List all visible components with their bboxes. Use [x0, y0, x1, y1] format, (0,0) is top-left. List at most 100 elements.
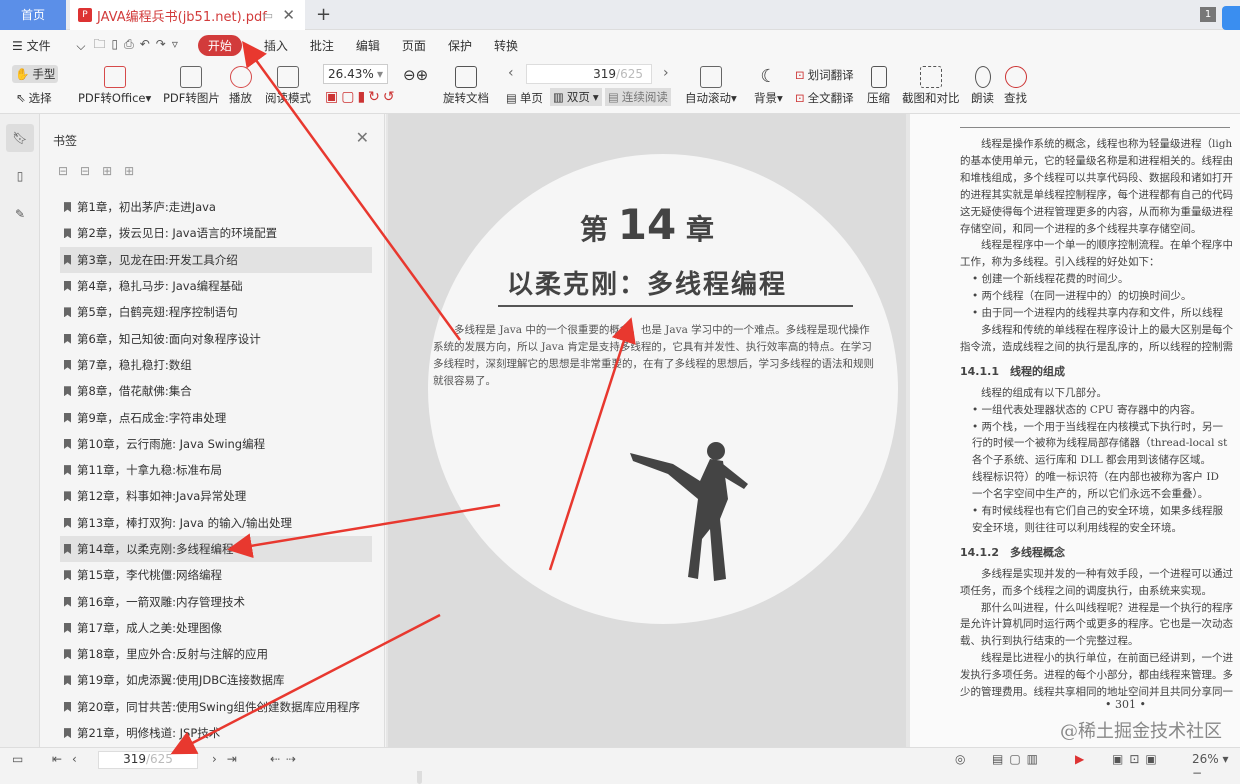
bookmark-item[interactable]: 第15章，李代桃僵:网络编程: [60, 562, 372, 588]
close-icon[interactable]: ✕: [356, 128, 369, 147]
bookmark-item[interactable]: 第11章，十拿九稳:标准布局: [60, 457, 372, 483]
bookmark-item[interactable]: 第5章，白鹤亮翅:程序控制语句: [60, 299, 372, 325]
bookmark-item[interactable]: 第10章，云行雨施: Java Swing编程: [60, 431, 372, 457]
bookmark-item[interactable]: 第18章，里应外合:反射与注解的应用: [60, 641, 372, 667]
bookmark-label: 第6章，知己知彼:面向对象程序设计: [77, 331, 261, 346]
close-tab-icon[interactable]: ✕: [282, 6, 295, 24]
text-line: • 创建一个新线程花费的时间少。: [972, 273, 1129, 286]
select-tool-button[interactable]: ⇖ 选择: [16, 90, 52, 106]
bookmark-item[interactable]: 第7章，稳扎稳打:数组: [60, 352, 372, 378]
chapter-num: 14: [617, 200, 677, 249]
page-number-input[interactable]: 319/625: [526, 64, 652, 84]
new-tab-button[interactable]: +: [316, 4, 331, 25]
text-line: • 由于同一个进程内的线程共享内存和文件，所以线程: [972, 307, 1224, 320]
bookmark-panel-icon[interactable]: 🔖︎: [6, 124, 34, 152]
status-zoom[interactable]: 26% ▾ −: [1192, 752, 1240, 780]
continuous-read-button[interactable]: ▤ 连续阅读: [605, 88, 671, 106]
bookmark-item[interactable]: 第6章，知己知彼:面向对象程序设计: [60, 325, 372, 351]
view-fit-buttons[interactable]: ▣▢▮↻↺: [325, 89, 398, 105]
bookmark-icon: [64, 517, 71, 528]
compress-button[interactable]: 压缩: [867, 66, 890, 106]
double-page-button[interactable]: ▥ 双页 ▾: [550, 88, 602, 106]
text-line: 线程是操作系统的概念，线程也称为轻量级进程（ligh: [981, 138, 1233, 150]
bookmark-item[interactable]: 第2章，拨云见日: Java语言的环境配置: [60, 220, 372, 246]
bookmark-item[interactable]: 第3章，见龙在田:开发工具介绍: [60, 246, 372, 273]
history-nav-buttons[interactable]: ⇠⇢: [270, 752, 302, 766]
word-translate-button[interactable]: ⊡ 划词翻译: [795, 67, 854, 83]
find-button[interactable]: 查找: [1004, 66, 1027, 106]
next-page-button[interactable]: ›: [663, 65, 669, 81]
bookmark-label: 第15章，李代桃僵:网络编程: [77, 568, 223, 583]
auto-scroll-button[interactable]: 自动滚动▾: [685, 66, 737, 106]
signature-panel-icon[interactable]: ✎: [6, 200, 34, 228]
bookmark-item[interactable]: 第19章，如虎添翼:使用JDBC连接数据库: [60, 667, 372, 693]
share-icon[interactable]: [1222, 6, 1240, 30]
read-mode-button[interactable]: 阅读模式: [265, 66, 311, 106]
hand-tool-button[interactable]: ✋ 手型: [12, 65, 59, 83]
menu-protect[interactable]: 保护: [448, 37, 472, 54]
page-layout-buttons[interactable]: ▤▢▥: [992, 752, 1044, 766]
play-button[interactable]: 播放: [229, 66, 252, 106]
rotate-doc-button[interactable]: 旋转文档: [443, 66, 489, 106]
thumbnail-panel-icon[interactable]: ▯: [6, 162, 34, 190]
label: 单页: [519, 91, 543, 105]
fit-buttons[interactable]: ▣⊡▣: [1112, 752, 1163, 766]
bookmark-item[interactable]: 第1章，初出茅庐:走进Java: [60, 194, 372, 220]
auto-scroll-icon: [699, 66, 722, 88]
screenshot-compare-button[interactable]: 截图和对比: [902, 66, 960, 106]
text-line: 的基本使用单元，它的轻量级名称是和进程相关的。线程由: [960, 154, 1233, 167]
bookmark-item[interactable]: 第4章，稳扎马步: Java编程基础: [60, 273, 372, 299]
menu-start[interactable]: 开始: [197, 35, 242, 56]
background-button[interactable]: ☾ 背景▾: [754, 66, 783, 106]
quick-access-icons[interactable]: 🗀▯⎙↶↷▿: [94, 35, 184, 56]
read-aloud-button[interactable]: 朗读: [971, 66, 994, 106]
status-page-input[interactable]: 319/625: [98, 751, 198, 769]
bookmark-tools[interactable]: ⊟⊟⊞⊞: [58, 164, 146, 178]
menu-edit[interactable]: 编辑: [356, 37, 380, 54]
label: 旋转文档: [443, 91, 489, 105]
bookmark-item[interactable]: 第20章，同甘共苦:使用Swing组件创建数据库应用程序: [60, 694, 372, 720]
sidebar-toggle-icon[interactable]: ▭: [12, 752, 23, 766]
bookmark-item[interactable]: 第17章，成人之美:处理图像: [60, 615, 372, 641]
pdf-to-image-button[interactable]: PDF转图片: [163, 66, 220, 106]
bookmark-item[interactable]: 第9章，点石成金:字符串处理: [60, 404, 372, 430]
full-translate-button[interactable]: ⊡ 全文翻译: [795, 90, 854, 106]
first-prev-page-buttons[interactable]: ⇤‹: [52, 752, 87, 766]
bookmark-item[interactable]: 第12章，料事如神:Java异常处理: [60, 483, 372, 509]
menu-bar: ☰ 文件 ⌵ 🗀▯⎙↶↷▿ 开始 插入 批注 编辑 页面 保护 转换: [0, 30, 1240, 61]
text-line: 线程标识符）的唯一标识符（在内部也被称为客户 ID: [972, 471, 1219, 484]
bookmark-item[interactable]: 第16章，一箭双雕:内存管理技术: [60, 588, 372, 614]
bookmark-item[interactable]: 第21章，明修栈道: JSP技术: [60, 720, 372, 746]
menu-page[interactable]: 页面: [402, 37, 426, 54]
file-menu[interactable]: ☰ 文件 ⌵: [12, 37, 86, 54]
notification-badge[interactable]: 1: [1200, 7, 1216, 22]
zoom-select[interactable]: 26.43% ▾: [323, 64, 388, 84]
zoom-buttons[interactable]: ⊖⊕: [403, 66, 428, 84]
prev-page-button[interactable]: ‹: [508, 65, 514, 81]
text-line: 行的时候一个被称为线程局部存储器（thread-local st: [972, 437, 1228, 450]
play-icon[interactable]: ▶: [1075, 752, 1084, 766]
menu-insert[interactable]: 插入: [264, 37, 288, 54]
bookmark-label: 第16章，一箭双雕:内存管理技术: [77, 594, 246, 609]
eye-protect-icon[interactable]: ◎: [955, 752, 965, 766]
menu-convert[interactable]: 转换: [494, 37, 518, 54]
tab-document[interactable]: P JAVA编程兵书(jb51.net).pdf ▭ ✕: [70, 0, 305, 30]
menu-annotate[interactable]: 批注: [310, 37, 334, 54]
bookmark-label: 第4章，稳扎马步: Java编程基础: [77, 279, 243, 294]
pin-icon[interactable]: ▭: [263, 9, 273, 22]
single-page-button[interactable]: ▤ 单页: [506, 90, 543, 106]
next-last-page-buttons[interactable]: ›⇥: [212, 752, 247, 766]
hand-label: 手型: [32, 67, 56, 81]
bookmark-item[interactable]: 第14章，以柔克刚:多线程编程: [60, 535, 372, 563]
bookmark-item[interactable]: 第8章，借花献佛:集合: [60, 378, 372, 404]
bookmark-item[interactable]: 第13章，棒打双狗: Java 的输入/输出处理: [60, 510, 372, 536]
section-heading: 14.1.2 多线程概念: [960, 545, 1065, 559]
bookmark-icon: [64, 701, 71, 712]
pdf-page-left: 第 14 章 以柔克刚：多线程编程 多线程是 Java 中的一个很重要的概念，也…: [388, 114, 906, 747]
tab-home[interactable]: 首页: [0, 0, 66, 30]
label: 阅读模式: [265, 91, 311, 105]
screenshot-icon: [919, 66, 942, 88]
bookmark-label: 第17章，成人之美:处理图像: [77, 620, 223, 635]
rotate-icon: [455, 66, 477, 88]
pdf-to-office-button[interactable]: PDF转Office▾: [78, 66, 151, 106]
